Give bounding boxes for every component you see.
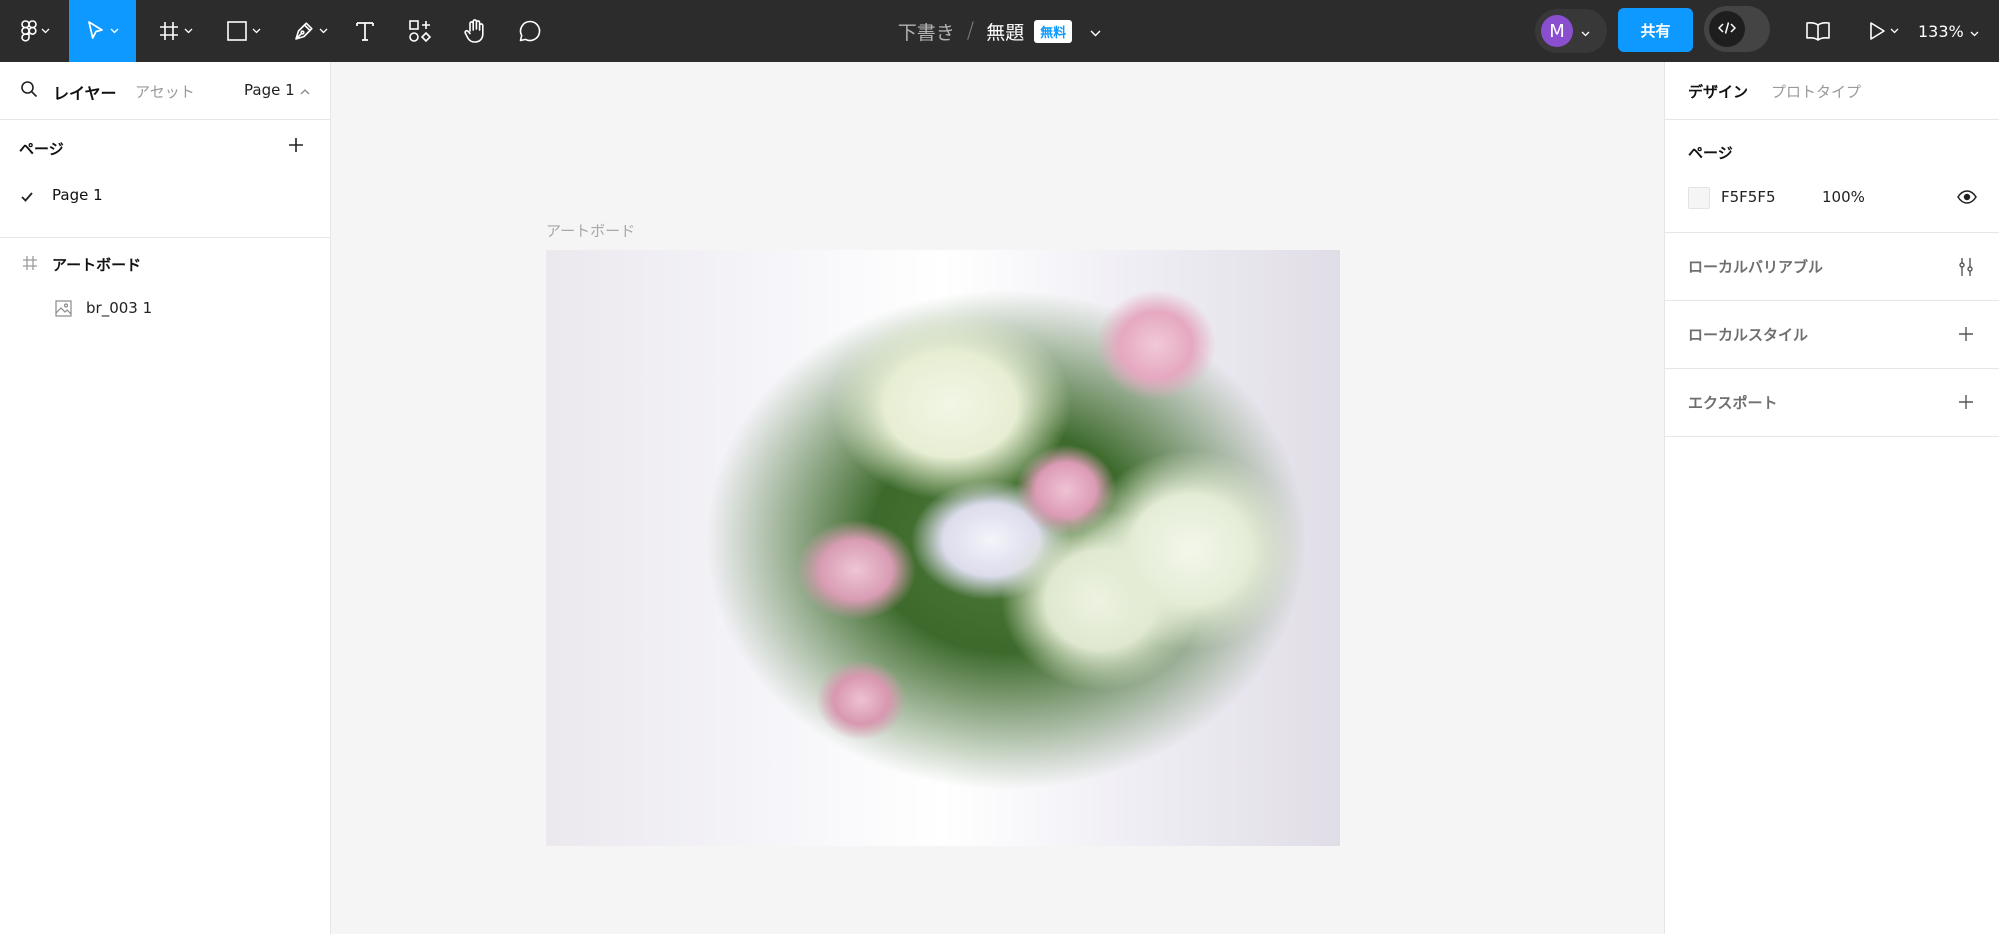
export-section[interactable]: エクスポート xyxy=(1665,369,1999,437)
page-fill-hex-input[interactable]: F5F5F5 xyxy=(1721,188,1776,206)
page-properties: ページ F5F5F5 100% xyxy=(1665,120,1999,233)
plus-icon[interactable] xyxy=(1957,325,1975,347)
hand-icon xyxy=(463,18,487,44)
shape-tool-button[interactable] xyxy=(218,0,268,62)
eye-icon[interactable] xyxy=(1957,189,1977,208)
comment-bubble-icon xyxy=(518,19,542,43)
page-section-title: ページ xyxy=(1688,144,1733,162)
pen-tool-button[interactable] xyxy=(285,0,335,62)
current-page-label: Page 1 xyxy=(244,81,295,99)
page-item-label: Page 1 xyxy=(52,186,103,204)
chevron-down-icon xyxy=(184,28,193,34)
text-tool-button[interactable] xyxy=(350,0,380,62)
local-variables-section[interactable]: ローカルバリアブル xyxy=(1665,233,1999,301)
chevron-down-icon xyxy=(1090,22,1101,41)
chevron-down-icon xyxy=(1581,22,1590,41)
layer-label: br_003 1 xyxy=(86,299,153,317)
share-button[interactable]: 共有 xyxy=(1618,8,1693,52)
chevron-down-icon xyxy=(252,28,261,34)
dev-mode-toggle[interactable] xyxy=(1704,6,1770,52)
design-panel: デザイン プロトタイプ ページ F5F5F5 100% ローカルバリアブル ロー… xyxy=(1664,62,1999,934)
layers-panel: レイヤー アセット Page 1 ページ Page 1 アートボード br_00… xyxy=(0,62,331,934)
present-button[interactable] xyxy=(1862,0,1904,62)
plus-icon[interactable] xyxy=(1957,393,1975,415)
multiplayer-avatars[interactable]: M xyxy=(1535,9,1607,53)
dev-mode-knob xyxy=(1709,11,1745,47)
layer-label: アートボード xyxy=(52,256,142,274)
resources-tool-button[interactable] xyxy=(405,0,435,62)
plan-badge: 無料 xyxy=(1034,19,1073,43)
export-label: エクスポート xyxy=(1688,394,1778,412)
sliders-icon[interactable] xyxy=(1957,257,1975,281)
chevron-down-icon xyxy=(41,28,50,34)
avatar: M xyxy=(1541,15,1573,47)
layer-row[interactable]: アートボード xyxy=(0,244,331,284)
pages-title: ページ xyxy=(19,140,64,158)
plus-icon xyxy=(287,138,305,158)
chevron-down-icon xyxy=(1970,22,1979,41)
frame-tool-button[interactable] xyxy=(150,0,200,62)
text-t-icon xyxy=(355,20,375,42)
file-name[interactable]: 無題 xyxy=(986,18,1024,45)
breadcrumb-separator: / xyxy=(966,18,975,44)
chevron-down-icon xyxy=(319,28,328,34)
open-book-icon xyxy=(1805,21,1831,41)
tab-layers[interactable]: レイヤー xyxy=(53,80,117,104)
checkmark-icon xyxy=(20,188,34,207)
figma-logo-icon xyxy=(20,20,37,42)
move-tool-button[interactable] xyxy=(69,0,136,62)
file-menu-chevron[interactable] xyxy=(1090,22,1101,41)
local-styles-section[interactable]: ローカルスタイル xyxy=(1665,301,1999,369)
add-page-button[interactable] xyxy=(287,136,305,158)
breadcrumb-drafts[interactable]: 下書き xyxy=(898,18,955,45)
components-icon xyxy=(408,19,432,43)
image-icon xyxy=(55,300,72,321)
page-item[interactable]: Page 1 xyxy=(0,178,331,214)
tab-prototype[interactable]: プロトタイプ xyxy=(1771,81,1861,102)
local-variables-label: ローカルバリアブル xyxy=(1688,258,1824,276)
zoom-level: 133% xyxy=(1918,21,1964,41)
page-fill-swatch[interactable] xyxy=(1688,187,1710,209)
chevron-down-icon xyxy=(110,28,119,34)
left-panel-tabs: レイヤー アセット Page 1 xyxy=(0,62,330,120)
tab-design[interactable]: デザイン xyxy=(1688,81,1748,102)
top-toolbar: 下書き / 無題 無料 M 共有 133% xyxy=(0,0,1999,62)
chevron-up-icon xyxy=(295,81,310,99)
page-fill-opacity-input[interactable]: 100% xyxy=(1822,188,1865,206)
play-icon xyxy=(1868,21,1886,41)
artboard-label[interactable]: アートボード xyxy=(546,220,635,241)
pen-icon xyxy=(293,20,315,42)
hand-tool-button[interactable] xyxy=(460,0,490,62)
tab-assets[interactable]: アセット xyxy=(135,81,195,102)
chevron-down-icon xyxy=(1890,28,1899,34)
hash-frame-icon xyxy=(158,20,180,42)
main-menu-button[interactable] xyxy=(12,0,58,62)
code-brackets-icon xyxy=(1717,20,1737,39)
cursor-arrow-icon xyxy=(86,20,106,42)
library-button[interactable] xyxy=(1801,0,1835,62)
page-selector[interactable]: Page 1 xyxy=(244,81,310,99)
zoom-level-button[interactable]: 133% xyxy=(1918,0,1979,62)
pages-section: ページ Page 1 xyxy=(0,120,330,238)
square-icon xyxy=(226,20,248,42)
comment-tool-button[interactable] xyxy=(515,0,545,62)
artboard-image[interactable] xyxy=(546,250,1340,846)
search-icon[interactable] xyxy=(20,80,38,102)
local-styles-label: ローカルスタイル xyxy=(1688,326,1809,344)
right-panel-tabs: デザイン プロトタイプ xyxy=(1665,62,1999,120)
layer-row[interactable]: br_003 1 xyxy=(0,289,331,329)
frame-icon xyxy=(22,255,38,275)
